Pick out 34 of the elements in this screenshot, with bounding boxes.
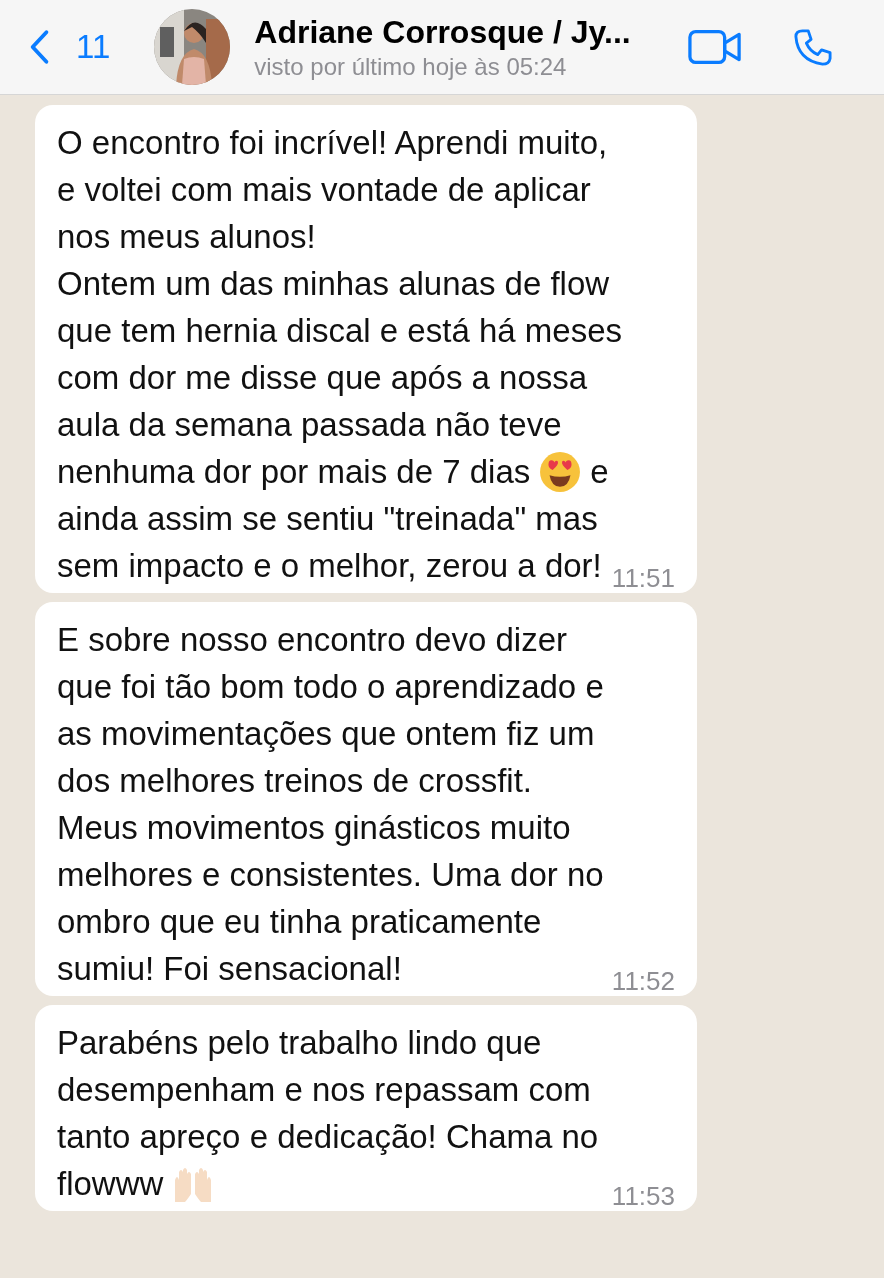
message-text: que foi tão bom todo o aprendizado e: [57, 667, 604, 707]
heart-eyes-emoji-icon: [538, 450, 583, 493]
message-text: as movimentações que ontem fiz um: [57, 714, 595, 754]
contact-name[interactable]: Adriane Corrosque / Jy...: [254, 13, 675, 51]
message-time: 11:53: [611, 1180, 675, 1213]
message-text: tanto apreço e dedicação! Chama no: [57, 1117, 599, 1157]
back-icon: [28, 29, 50, 65]
message-text: sem impacto e o melhor, zerou a dor!: [57, 546, 602, 586]
message-text: com dor me disse que após a nossa: [57, 358, 588, 398]
back-button[interactable]: 11: [28, 28, 111, 66]
unread-count: 11: [76, 28, 111, 66]
message-text: Meus movimentos ginásticos muito: [57, 808, 571, 848]
message-text: Parabéns pelo trabalho lindo que: [57, 1023, 542, 1063]
message-text: ombro que eu tinha praticamente: [57, 902, 542, 942]
message-text: E sobre nosso encontro devo dizer: [57, 620, 567, 660]
video-call-icon[interactable]: [688, 29, 743, 65]
message-text: que tem hernia discal e está há meses: [57, 311, 622, 351]
message-text: e voltei com mais vontade de aplicar: [57, 170, 591, 210]
message-text: Ontem um das minhas alunas de flow: [57, 264, 610, 304]
last-seen-status: visto por último hoje às 05:24: [254, 52, 568, 81]
message-text: nos meus alunos!: [57, 217, 316, 257]
message-text: nenhuma dor por mais de 7 dias: [57, 452, 531, 492]
message-text: ainda assim se sentiu "treinada" mas: [57, 499, 598, 539]
phone-call-icon[interactable]: [794, 28, 833, 66]
message-text: melhores e consistentes. Uma dor no: [57, 855, 604, 895]
message-text: O encontro foi incrível! Aprendi muito,: [57, 123, 608, 163]
message-text: e: [590, 452, 609, 492]
message-text: dos melhores treinos de crossfit.: [57, 761, 533, 801]
message-text: desempenham e nos repassam com: [57, 1070, 591, 1110]
message-text: aula da semana passada não teve: [57, 405, 562, 445]
message-time: 11:52: [611, 965, 675, 998]
message-text: flowww: [57, 1164, 164, 1204]
message-time: 11:51: [611, 562, 675, 595]
message-text: sumiu! Foi sensacional!: [57, 949, 402, 989]
